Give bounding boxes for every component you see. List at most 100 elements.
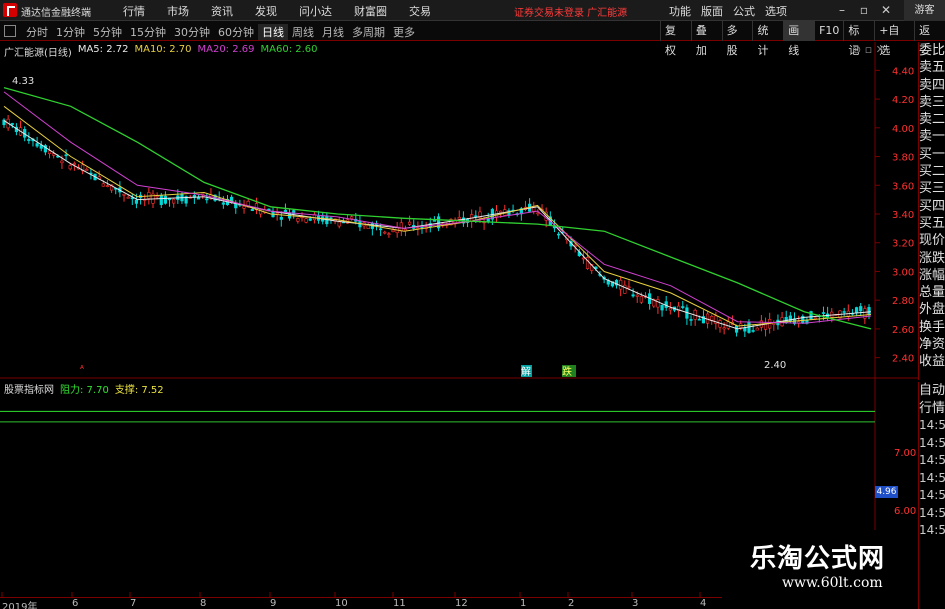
candle-body — [656, 299, 660, 308]
period-tab-15min[interactable]: 15分钟 — [126, 24, 170, 40]
restore-icon[interactable]: ▫ — [856, 2, 872, 18]
price-tick-label: 3.40 — [892, 210, 914, 221]
quote-row-label: 卖四 — [919, 77, 945, 93]
quote-row-label: 净资 — [919, 337, 945, 353]
menu-item-discover[interactable]: 发现 — [244, 3, 288, 19]
kline-chart[interactable]: 4.40 4.20 4.00 3.80 3.60 3.40 3.20 3.00 2.80 2.60… — [0, 42, 918, 597]
layout-icon[interactable] — [4, 25, 16, 37]
candle-body — [623, 284, 627, 294]
login-warning[interactable]: 证券交易未登录 广汇能源 — [514, 4, 627, 19]
date-tick-label: 9 — [270, 598, 277, 609]
menu-item-news[interactable]: 资讯 — [200, 3, 244, 19]
minimize-icon[interactable]: – — [834, 2, 850, 18]
tool-back-button[interactable]: 返回 — [914, 21, 945, 57]
period-tab-more[interactable]: 更多 — [389, 24, 419, 40]
period-tab-daily[interactable]: 日线 — [258, 24, 288, 40]
quote-row-label: 买四 — [919, 198, 945, 214]
candle-body — [147, 192, 151, 199]
candle-body — [10, 123, 14, 125]
period-tab-monthly[interactable]: 月线 — [318, 24, 348, 40]
tool-stats-button[interactable]: 统计 — [752, 21, 783, 57]
candle-body — [275, 212, 279, 215]
watermark: 乐淘公式网 www.60lt.com — [722, 530, 918, 600]
candle-body — [308, 218, 312, 221]
menu-item-market[interactable]: 市场 — [156, 3, 200, 19]
tool-f10-button[interactable]: F10 — [814, 21, 843, 41]
chart-stock-name: 广汇能源(日线) — [4, 48, 72, 59]
candle-body — [821, 312, 826, 314]
tool-draw-button[interactable]: 画线 — [783, 21, 815, 57]
quote-row-label: 卖一 — [919, 129, 945, 145]
candle-body — [474, 215, 478, 218]
guest-button[interactable]: 游客 — [904, 0, 945, 21]
candle-body — [172, 198, 176, 204]
tool-adjust-button[interactable]: 复权 — [660, 21, 691, 57]
menu-item-trade[interactable]: 交易 — [398, 3, 442, 19]
quote-row-label: 委比 — [919, 43, 945, 58]
period-tab-60min[interactable]: 60分钟 — [214, 24, 258, 40]
candle-body — [52, 153, 56, 156]
main-menu: 行情 市场 资讯 发现 问小达 财富圈 交易 — [112, 3, 442, 19]
menu-item-ask[interactable]: 问小达 — [288, 3, 343, 19]
candle-body — [726, 321, 730, 329]
candle-body — [304, 218, 308, 223]
period-tab-30min[interactable]: 30分钟 — [170, 24, 214, 40]
quote-row-label: 涨幅 — [919, 267, 945, 283]
menu-item-formula[interactable]: 公式 — [728, 3, 760, 19]
candle-body — [536, 212, 540, 215]
candle-body — [68, 165, 72, 170]
candle-body — [859, 306, 863, 312]
indicator-name[interactable]: 股票指标网 — [4, 381, 54, 396]
price-tick-label: 2.80 — [892, 296, 914, 307]
signal-mark: ᴬ — [80, 365, 84, 375]
date-tick-label: 6 — [72, 598, 79, 609]
tick-time: 14:50 — [919, 505, 945, 520]
candle-body — [399, 222, 403, 232]
date-tick-label: 3 — [632, 598, 639, 609]
candle-body — [279, 216, 283, 220]
menu-item-quotes[interactable]: 行情 — [112, 3, 156, 19]
resistance-label: 阻力: 7.70 — [60, 385, 109, 396]
candle-body — [101, 183, 105, 187]
candle-body — [337, 221, 341, 227]
tool-add-watchlist-button[interactable]: +自选 — [874, 21, 914, 57]
period-tab-intraday[interactable]: 分时 — [22, 24, 52, 40]
indicator-header: 股票指标网 阻力: 7.70 支撑: 7.52 — [4, 381, 164, 396]
candle-body — [383, 231, 387, 234]
close-icon[interactable]: ✕ — [878, 2, 894, 18]
candle-body — [35, 143, 39, 147]
menu-item-options[interactable]: 选项 — [760, 3, 792, 19]
price-tick-label: 2.60 — [892, 325, 914, 336]
period-tab-weekly[interactable]: 周线 — [288, 24, 318, 40]
quote-row-label: 收益 — [919, 354, 945, 370]
candle-body — [668, 308, 672, 311]
candle-body — [681, 306, 685, 308]
price-tick-label: 3.00 — [892, 267, 914, 278]
candle-body — [60, 160, 64, 164]
tool-mark-button[interactable]: 标记 — [843, 21, 874, 57]
side-tab[interactable]: 自动 — [919, 382, 945, 400]
period-tab-1min[interactable]: 1分钟 — [52, 24, 89, 40]
high-price-label: 4.33 — [12, 76, 34, 87]
menu-item-layout[interactable]: 版面 — [696, 3, 728, 19]
side-tab[interactable]: 行情 — [919, 400, 945, 418]
tick-time: 14:50 — [919, 435, 945, 450]
tick-time: 14:50 — [919, 418, 945, 432]
candle-body — [134, 199, 139, 204]
candle-body — [457, 216, 461, 220]
tool-overlay-button[interactable]: 叠加 — [690, 21, 722, 57]
chart-corner-icons[interactable]: ⊗ ▫ ✕ — [852, 43, 885, 56]
quote-row-label: 总量 — [919, 285, 945, 301]
tick-panel: 自动行情14:5014:5014:5014:5014:5014:5014:50 — [918, 382, 945, 609]
candle-body — [350, 216, 354, 219]
period-tab-5min[interactable]: 5分钟 — [89, 24, 126, 40]
app-logo-icon — [3, 3, 17, 17]
menu-item-wealth[interactable]: 财富圈 — [343, 3, 398, 19]
period-tab-multi[interactable]: 多周期 — [348, 24, 389, 40]
tool-multi-stock-button[interactable]: 多股 — [721, 21, 753, 57]
indicator-tick-label: 6.00 — [894, 506, 916, 517]
menu-item-function[interactable]: 功能 — [664, 3, 696, 19]
date-tick-label: 10 — [335, 598, 348, 609]
candle-body — [391, 229, 395, 232]
quote-row-label: 买三 — [919, 181, 945, 197]
